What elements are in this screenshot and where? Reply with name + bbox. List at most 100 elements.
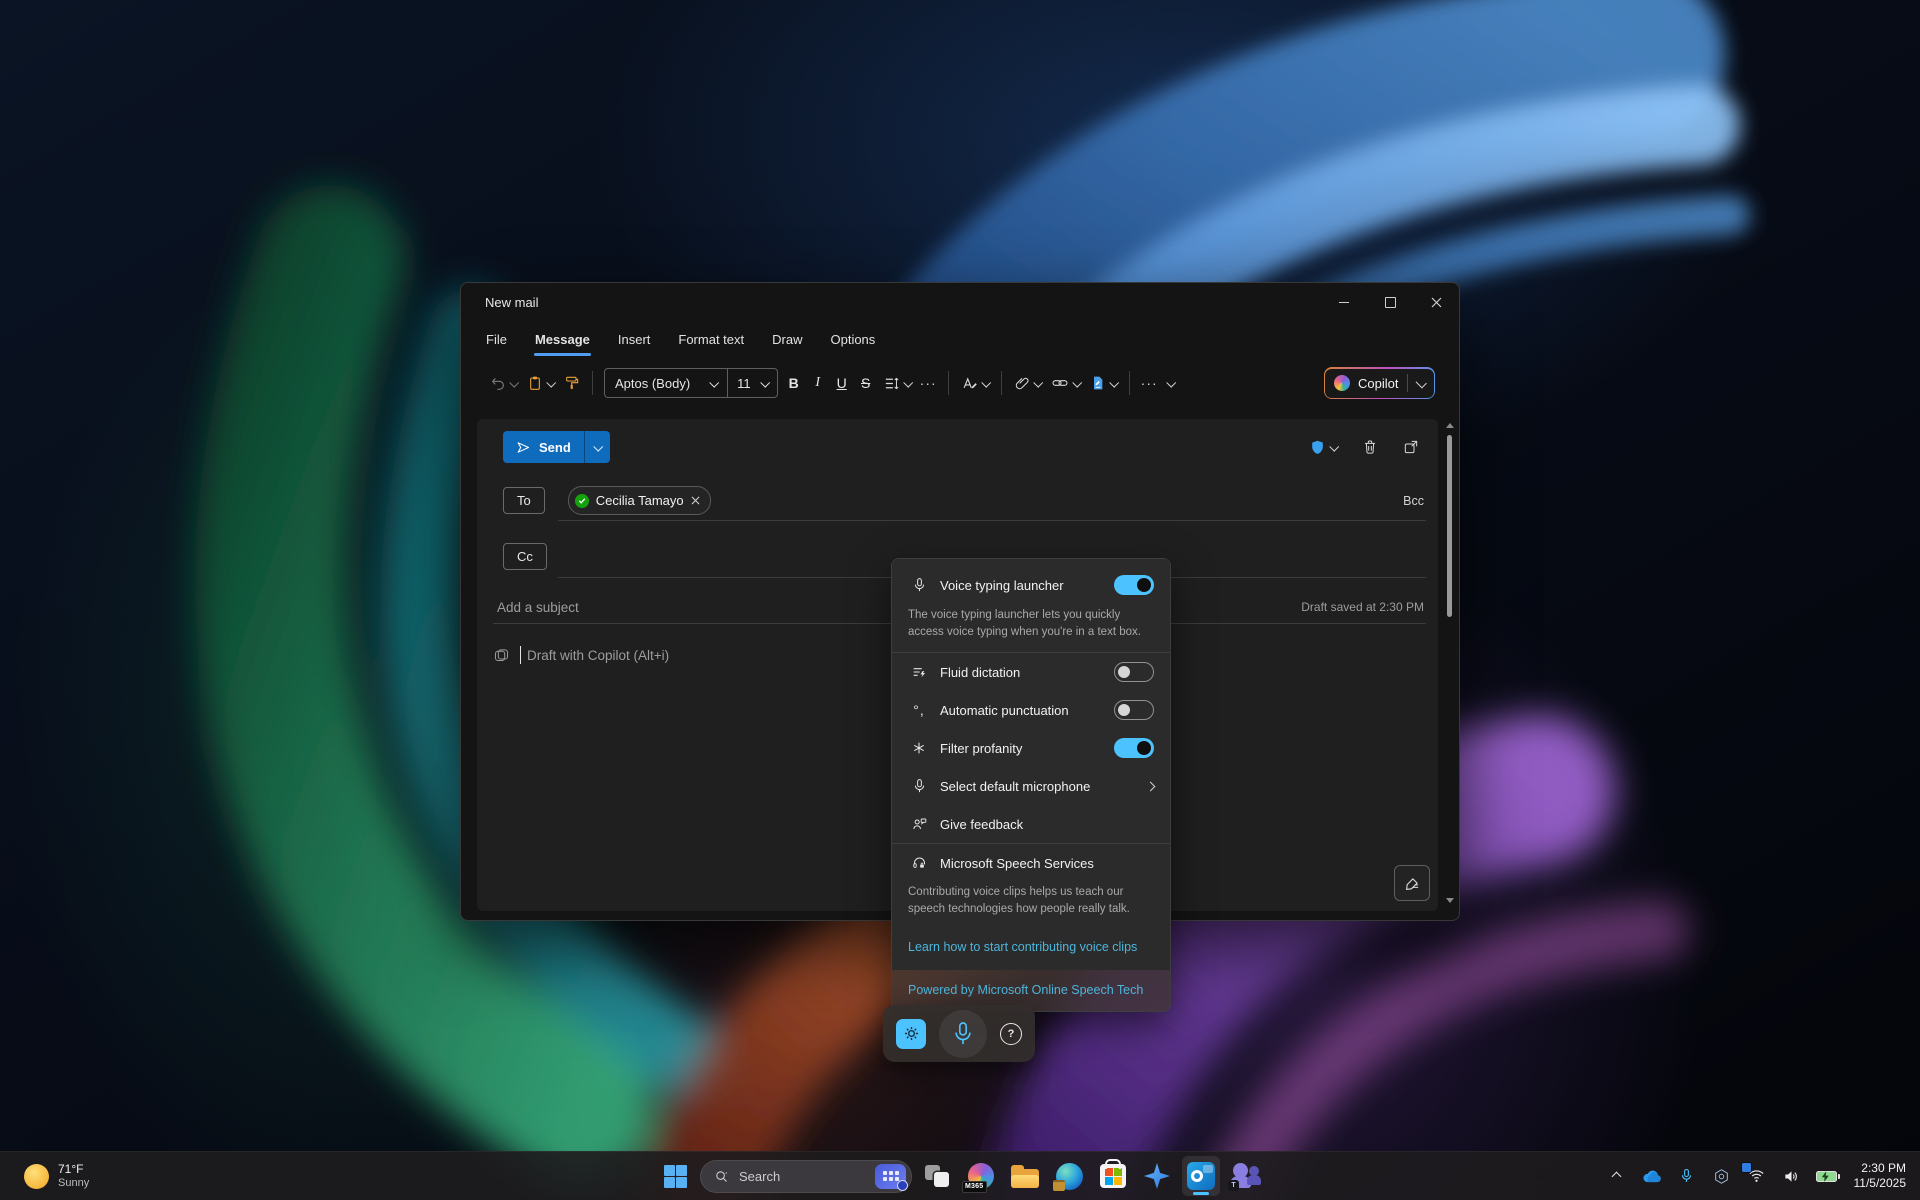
undo-button[interactable] bbox=[485, 375, 522, 391]
copilot-icon bbox=[1334, 375, 1350, 391]
collapse-ribbon-button[interactable] bbox=[1162, 380, 1179, 387]
format-painter-icon bbox=[564, 375, 580, 391]
copilot-outline-icon bbox=[493, 647, 510, 664]
scroll-down-arrow[interactable] bbox=[1446, 898, 1454, 903]
toolbar-divider bbox=[592, 371, 593, 395]
maximize-button[interactable] bbox=[1367, 283, 1413, 321]
voice-typing-mic-button[interactable] bbox=[939, 1010, 987, 1058]
more-paragraph-button[interactable]: ··· bbox=[916, 375, 941, 391]
wifi-security-badge bbox=[1741, 1162, 1752, 1173]
microphone-in-use-tray-icon[interactable] bbox=[1671, 1158, 1703, 1194]
remove-recipient-button[interactable] bbox=[691, 496, 700, 505]
scrollbar-thumb[interactable] bbox=[1447, 435, 1452, 617]
onedrive-cloud-icon bbox=[1642, 1169, 1662, 1183]
onedrive-tray-button[interactable] bbox=[1636, 1158, 1668, 1194]
window-title: New mail bbox=[485, 295, 538, 310]
attach-file-button[interactable] bbox=[1009, 375, 1046, 391]
copilot-button[interactable]: Copilot bbox=[1324, 367, 1435, 399]
hidden-icons-button[interactable] bbox=[1601, 1158, 1633, 1194]
text-styles-button[interactable] bbox=[956, 375, 994, 392]
scrollbar[interactable] bbox=[1444, 421, 1456, 907]
task-view-button[interactable] bbox=[918, 1156, 956, 1196]
filter-profanity-toggle[interactable] bbox=[1114, 738, 1154, 758]
font-name-select[interactable]: Aptos (Body) bbox=[605, 369, 728, 397]
search-box[interactable]: Search bbox=[700, 1160, 912, 1193]
automatic-punctuation-toggle[interactable] bbox=[1114, 700, 1154, 720]
weather-widget[interactable]: 71°F Sunny bbox=[16, 1152, 97, 1200]
voice-settings-button[interactable] bbox=[896, 1019, 926, 1049]
menu-message[interactable]: Message bbox=[534, 323, 591, 356]
to-button[interactable]: To bbox=[503, 487, 545, 514]
voice-typing-launcher-row[interactable]: Voice typing launcher bbox=[892, 565, 1170, 605]
bold-button[interactable]: B bbox=[782, 373, 806, 393]
fluid-dictation-row[interactable]: Fluid dictation bbox=[892, 653, 1170, 691]
search-placeholder: Search bbox=[739, 1169, 865, 1184]
fluid-dictation-toggle[interactable] bbox=[1114, 662, 1154, 682]
underline-button[interactable]: U bbox=[830, 373, 854, 393]
line-spacing-button[interactable] bbox=[878, 375, 916, 392]
send-button[interactable]: Send bbox=[503, 431, 584, 463]
menu-format-text[interactable]: Format text bbox=[677, 323, 745, 356]
taskbar-app-button[interactable] bbox=[1138, 1156, 1176, 1196]
search-highlight-icon bbox=[875, 1164, 906, 1189]
automatic-punctuation-row[interactable]: °, Automatic punctuation bbox=[892, 691, 1170, 729]
teams-icon: T bbox=[1230, 1163, 1260, 1189]
discard-button[interactable] bbox=[1357, 439, 1383, 455]
powered-by-link[interactable]: Powered by Microsoft Online Speech Tech bbox=[908, 983, 1143, 997]
battery-tray-button[interactable] bbox=[1811, 1158, 1843, 1194]
chevron-down-icon bbox=[1109, 377, 1119, 387]
taskbar-outlook-button[interactable] bbox=[1182, 1156, 1220, 1196]
italic-button[interactable]: I bbox=[806, 373, 830, 393]
menu-options[interactable]: Options bbox=[829, 323, 876, 356]
desktop: New mail File Message Insert Format text… bbox=[0, 0, 1920, 1200]
cc-button[interactable]: Cc bbox=[503, 543, 547, 570]
taskbar-teams-button[interactable]: T bbox=[1226, 1156, 1264, 1196]
message-body[interactable]: Draft with Copilot (Alt+i) bbox=[493, 646, 669, 664]
send-split-button: Send bbox=[503, 431, 610, 463]
voice-typing-help-button[interactable]: ? bbox=[1000, 1023, 1022, 1045]
contribute-voice-clips-link[interactable]: Learn how to start contributing voice cl… bbox=[908, 940, 1137, 954]
give-feedback-row[interactable]: Give feedback bbox=[892, 805, 1170, 843]
taskbar-clock[interactable]: 2:30 PM 11/5/2025 bbox=[1846, 1161, 1913, 1191]
select-default-microphone-row[interactable]: Select default microphone bbox=[892, 767, 1170, 805]
format-painter-button[interactable] bbox=[559, 375, 585, 391]
send-options-button[interactable] bbox=[584, 431, 610, 463]
recipient-chip[interactable]: Cecilia Tamayo bbox=[568, 486, 711, 515]
search-icon bbox=[714, 1169, 729, 1184]
microphone-icon bbox=[908, 577, 930, 594]
voice-typing-launcher-toggle[interactable] bbox=[1114, 575, 1154, 595]
sensitivity-button[interactable] bbox=[1304, 439, 1342, 456]
menu-file[interactable]: File bbox=[485, 323, 508, 356]
font-size-select[interactable]: 11 bbox=[728, 369, 777, 397]
to-field-underline bbox=[558, 520, 1426, 521]
draw-tool-button[interactable] bbox=[1394, 865, 1430, 901]
start-button[interactable] bbox=[656, 1156, 694, 1196]
filter-profanity-row[interactable]: Filter profanity bbox=[892, 729, 1170, 767]
paste-icon bbox=[527, 375, 543, 391]
bcc-button[interactable]: Bcc bbox=[1403, 494, 1424, 508]
close-button[interactable] bbox=[1413, 283, 1459, 321]
volume-tray-button[interactable] bbox=[1776, 1158, 1808, 1194]
more-options-button[interactable]: ··· bbox=[1137, 375, 1162, 391]
minimize-button[interactable] bbox=[1321, 283, 1367, 321]
taskbar-store-button[interactable] bbox=[1094, 1156, 1132, 1196]
taskbar-m365-copilot-button[interactable]: M365 bbox=[962, 1156, 1000, 1196]
scroll-up-arrow[interactable] bbox=[1446, 423, 1454, 428]
taskbar-file-explorer-button[interactable] bbox=[1006, 1156, 1044, 1196]
wifi-tray-button[interactable] bbox=[1741, 1158, 1773, 1194]
titlebar[interactable]: New mail bbox=[461, 283, 1459, 321]
copilot-label: Copilot bbox=[1358, 376, 1398, 391]
menu-insert[interactable]: Insert bbox=[617, 323, 652, 356]
blue-star-app-icon bbox=[1144, 1163, 1170, 1189]
chevron-down-icon bbox=[546, 377, 556, 387]
insert-link-button[interactable] bbox=[1046, 375, 1085, 391]
strikethrough-button[interactable]: S bbox=[854, 373, 878, 393]
chevron-down-icon bbox=[1329, 441, 1339, 451]
paste-button[interactable] bbox=[522, 375, 559, 391]
open-in-new-window-button[interactable] bbox=[1398, 439, 1424, 455]
taskbar-edge-button[interactable] bbox=[1050, 1156, 1088, 1196]
mixed-reality-tray-button[interactable] bbox=[1706, 1158, 1738, 1194]
subject-input[interactable]: Add a subject bbox=[497, 600, 579, 615]
signature-button[interactable] bbox=[1085, 375, 1122, 391]
menu-draw[interactable]: Draw bbox=[771, 323, 803, 356]
